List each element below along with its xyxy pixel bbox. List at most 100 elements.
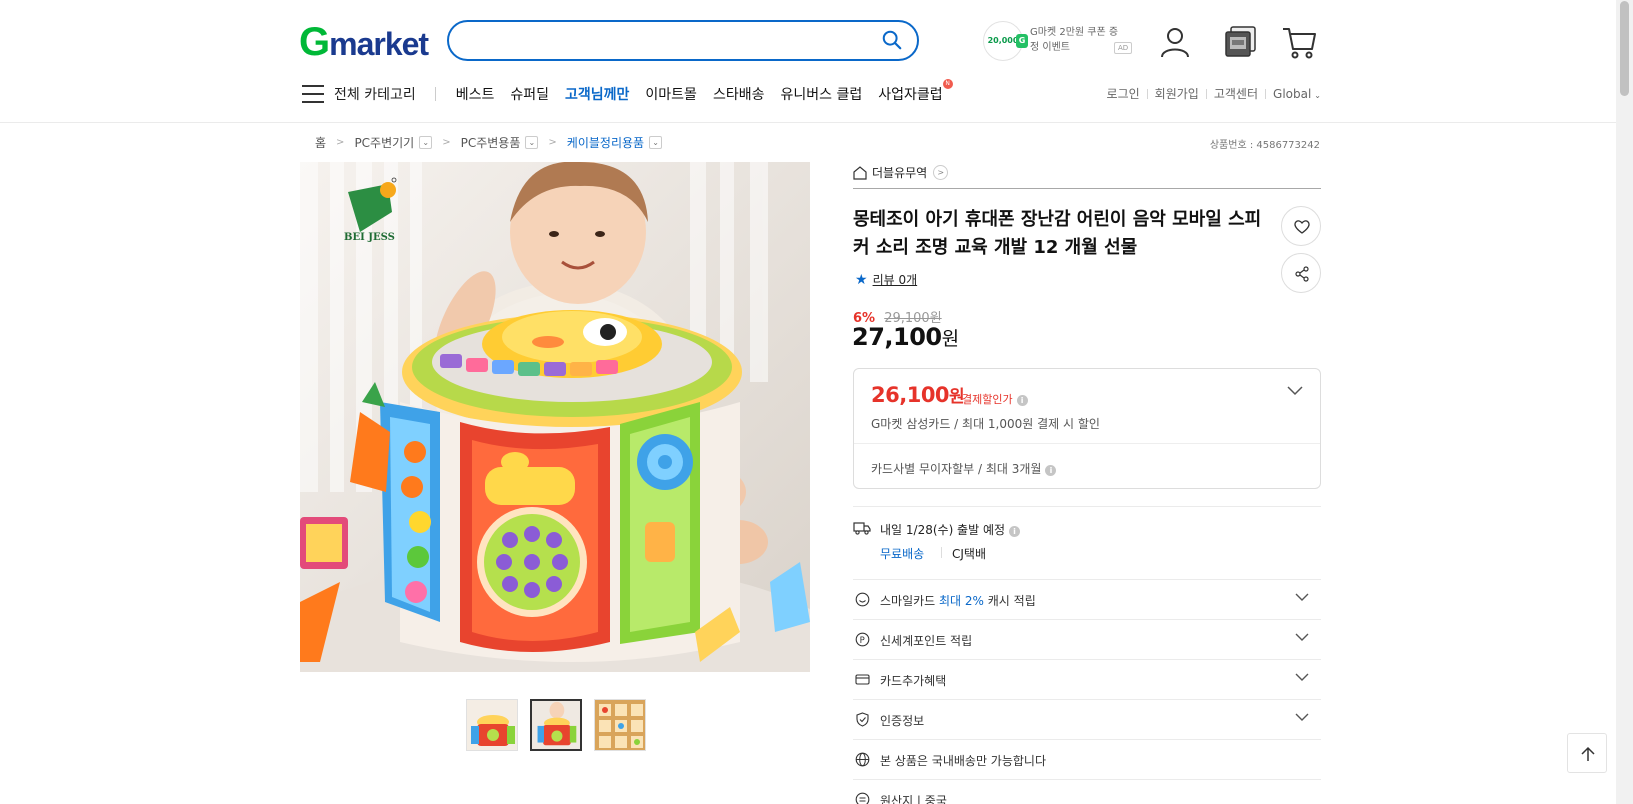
svg-text:P: P	[860, 636, 865, 646]
smile-card-rate: 최대 2%	[939, 594, 984, 608]
shipping-carrier: CJ택배	[952, 547, 986, 561]
shipping-date-text: 내일 1/28(수) 출발 예정	[880, 523, 1006, 537]
credit-card-icon	[855, 674, 870, 685]
chevron-down-icon[interactable]	[1287, 386, 1303, 396]
thumbnail-2[interactable]	[530, 699, 582, 751]
search-icon[interactable]	[881, 29, 903, 51]
seller-link[interactable]: 더블유무역 >	[853, 164, 949, 181]
thumbnail-3[interactable]	[594, 699, 646, 751]
payment-discount-label: 결제할인가 i	[962, 391, 1028, 407]
payment-discount-box[interactable]: 26,100원 결제할인가 i G마켓 삼성카드 / 최대 1,000원 결제 시…	[853, 368, 1321, 489]
share-icon	[1295, 266, 1309, 282]
point-icon: P	[855, 632, 870, 647]
shipping-date: 내일 1/28(수) 출발 예정 i	[880, 521, 1021, 538]
product-main-image[interactable]: BEI JESS	[300, 162, 810, 672]
ad-badge: AD	[1114, 42, 1133, 54]
breadcrumb-pc-accessories[interactable]: PC주변용품	[461, 134, 521, 151]
thumbnail-1[interactable]	[466, 699, 518, 751]
smile-card-suffix: 캐시 적립	[983, 594, 1036, 608]
smile-card-label: 스마일카드 최대 2% 캐시 적립	[880, 592, 1036, 609]
chevron-down-icon	[1295, 633, 1309, 641]
smile-icon	[855, 592, 870, 607]
breadcrumb-pc-peripherals[interactable]: PC주변기기	[354, 134, 414, 151]
arrow-up-icon	[1581, 746, 1595, 761]
chevron-down-icon[interactable]: ⌄	[419, 136, 433, 149]
page-scrollbar[interactable]	[1616, 0, 1633, 804]
menu-icon[interactable]	[302, 85, 324, 103]
all-categories-link[interactable]: 전체 카테고리	[334, 84, 416, 104]
store-icon	[853, 165, 867, 180]
shipping-divider	[941, 547, 942, 558]
nav-superdeal[interactable]: 슈퍼딜	[510, 84, 549, 104]
chevron-right-icon: >	[933, 165, 949, 180]
card-benefit-label: 카드추가혜택	[880, 674, 947, 688]
recent-items-icon[interactable]	[1222, 24, 1258, 60]
scroll-to-top-button[interactable]	[1567, 733, 1607, 773]
product-photo: BEI JESS	[300, 162, 810, 672]
chevron-right-icon: >	[548, 137, 557, 148]
chevron-down-icon: ⌄	[1314, 90, 1321, 100]
chevron-down-icon	[1295, 673, 1309, 681]
product-title: 몽테조이 아기 휴대폰 장난감 어린이 음악 모바일 스피커 소리 조명 교육 …	[853, 209, 1262, 258]
chevron-down-icon	[1295, 713, 1309, 721]
info-icon[interactable]: i	[1045, 465, 1057, 476]
chevron-down-icon	[1295, 593, 1309, 601]
global-label: Global	[1273, 86, 1312, 101]
info-icon[interactable]: i	[1016, 395, 1028, 406]
gmarket-logo[interactable]: Gmarket	[299, 22, 429, 64]
nav-business-club-label: 사업자클럽	[878, 87, 943, 103]
free-shipping: 무료배송	[880, 547, 925, 561]
origin-label: 원산지 | 중국	[880, 794, 947, 804]
breadcrumb-home[interactable]: 홈	[315, 134, 326, 151]
main-nav: 전체 카테고리 베스트 슈퍼딜 고객님께만 이마트몰 스타배송 유니버스 클럽 …	[302, 79, 959, 105]
installment-info: 카드사별 무이자할부 / 최대 3개월 i	[871, 460, 1057, 477]
nav-business-club[interactable]: 사업자클럽 N	[878, 79, 953, 104]
chevron-right-icon: >	[442, 137, 451, 148]
info-icon[interactable]: i	[1009, 526, 1021, 537]
shinsegae-point-label: 신세계포인트 적립	[880, 634, 973, 648]
utility-links: 로그인 회원가입 고객센터 Global ⌄	[1107, 85, 1321, 102]
search-input[interactable]	[467, 30, 867, 52]
review-link[interactable]: ★ 리뷰 0개	[855, 271, 917, 288]
nav-universe-club[interactable]: 유니버스 클럽	[780, 84, 862, 104]
installment-text: 카드사별 무이자할부 / 최대 3개월	[871, 462, 1042, 476]
nav-emart-mall[interactable]: 이마트몰	[645, 84, 697, 104]
nav-for-you[interactable]: 고객님께만	[565, 84, 629, 104]
card-benefit-row[interactable]: 카드추가혜택	[853, 660, 1321, 700]
certification-row[interactable]: 인증정보	[853, 700, 1321, 740]
thumbnail-strip	[466, 699, 646, 751]
chevron-down-icon[interactable]: ⌄	[525, 136, 539, 149]
shinsegae-point-row[interactable]: P 신세계포인트 적립	[853, 620, 1321, 660]
smile-card-prefix: 스마일카드	[880, 594, 940, 608]
user-icon[interactable]	[1157, 24, 1193, 60]
cart-icon[interactable]	[1281, 24, 1317, 60]
breadcrumb-cable-organizer[interactable]: 케이블정리용품	[567, 134, 644, 151]
payment-price: 26,100원	[871, 382, 965, 407]
review-count: 리뷰 0개	[872, 273, 918, 287]
wishlist-button[interactable]	[1281, 206, 1321, 246]
certification-label: 인증정보	[880, 714, 925, 728]
share-button[interactable]	[1281, 253, 1321, 293]
customer-center-link[interactable]: 고객센터	[1214, 85, 1258, 102]
sale-price: 27,100원	[852, 323, 959, 351]
global-link[interactable]: Global ⌄	[1273, 87, 1321, 101]
smile-card-row[interactable]: 스마일카드 최대 2% 캐시 적립	[853, 580, 1321, 620]
payment-box-divider	[854, 443, 1320, 444]
domestic-shipping-label: 본 상품은 국내배송만 가능합니다	[880, 754, 1047, 768]
chevron-down-icon[interactable]: ⌄	[649, 136, 663, 149]
seller-name: 더블유무역	[872, 166, 928, 180]
login-link[interactable]: 로그인	[1107, 85, 1140, 102]
globe-icon	[855, 752, 870, 767]
nav-star-delivery[interactable]: 스타배송	[713, 84, 765, 104]
origin-row: 원산지 | 중국	[853, 780, 1321, 804]
search-bar[interactable]	[447, 20, 919, 61]
new-badge: N	[942, 79, 953, 89]
product-number: 상품번호 : 4586773242	[1209, 140, 1320, 151]
coupon-promo-banner[interactable]: 20,000 G G마켓 2만원 쿠폰 증정 이벤트	[983, 21, 1133, 61]
logo-market: market	[329, 26, 429, 62]
payment-discount-detail: G마켓 삼성카드 / 최대 1,000원 결제 시 할인	[871, 417, 1100, 431]
signup-link[interactable]: 회원가입	[1155, 85, 1199, 102]
scrollbar-thumb[interactable]	[1620, 1, 1629, 96]
nav-best[interactable]: 베스트	[456, 84, 495, 104]
nav-divider	[434, 87, 436, 101]
